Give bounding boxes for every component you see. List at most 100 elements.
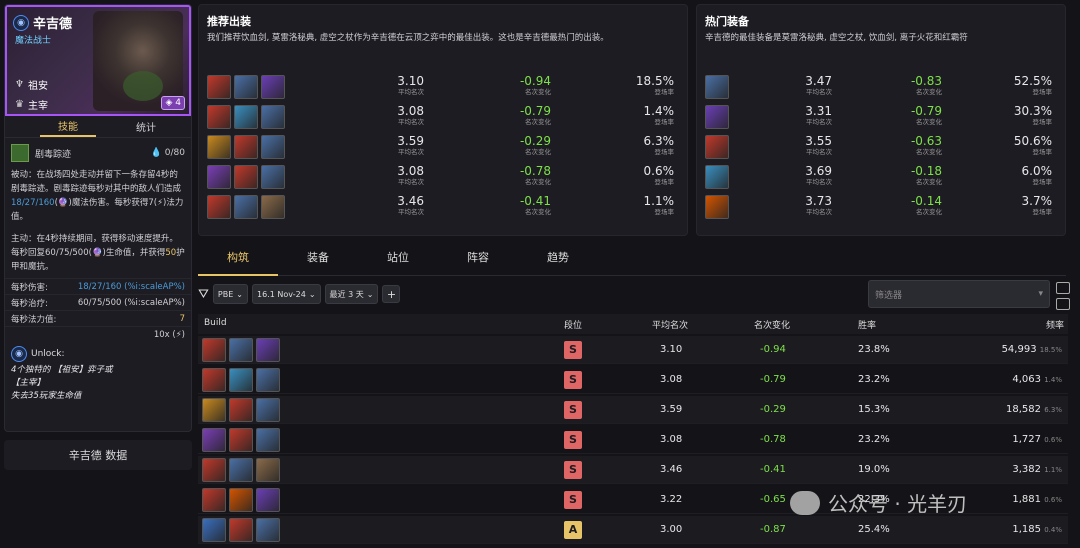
champion-data-button[interactable]: 辛吉德 数据 (4, 440, 192, 470)
trait-dominator[interactable]: ♛ 主宰 (15, 97, 48, 112)
item-icon[interactable] (229, 368, 253, 392)
item-icon[interactable] (234, 135, 258, 159)
item-icon[interactable] (229, 398, 253, 422)
tab-comps[interactable]: 阵容 (438, 240, 518, 276)
item-icon[interactable] (234, 75, 258, 99)
add-filter-button[interactable]: + (382, 285, 401, 303)
item-icon[interactable] (261, 75, 285, 99)
popular-row[interactable]: 3.55 平均名次 -0.63 名次变化 50.6% 登场率 (697, 135, 1067, 163)
item-icon[interactable] (229, 458, 253, 482)
item-icon[interactable] (202, 368, 226, 392)
stat-rate: 18.5% 登场率 (635, 74, 674, 97)
item-icon[interactable] (256, 338, 280, 362)
stat-change: -0.78 名次变化 (519, 164, 551, 187)
list-view-icon[interactable] (1056, 282, 1070, 294)
recommended-row[interactable]: 3.08 平均名次 -0.78 名次变化 0.6% 登场率 (199, 165, 689, 193)
stat-change: -0.41 名次变化 (519, 194, 551, 217)
tier-badge: S (564, 461, 582, 479)
item-icon[interactable] (705, 105, 729, 129)
filter-select[interactable]: 筛选器 ▾ (868, 280, 1050, 308)
win-rate: 19.0% (858, 464, 890, 475)
item-icon[interactable] (705, 135, 729, 159)
item-icon[interactable] (229, 518, 253, 542)
item-icon[interactable] (202, 458, 226, 482)
item-icon[interactable] (234, 195, 258, 219)
avg-placement: 3.00 (660, 524, 683, 535)
tab-trends[interactable]: 趋势 (518, 240, 598, 276)
stat-rate: 3.7% 登场率 (1021, 194, 1053, 217)
stat-avg: 3.55 平均名次 (805, 134, 832, 157)
table-row[interactable]: S 3.08 -0.79 23.2% 4,063 1.4% (198, 366, 1068, 394)
recommended-row[interactable]: 3.10 平均名次 -0.94 名次变化 18.5% 登场率 (199, 75, 689, 103)
item-icon[interactable] (229, 428, 253, 452)
placement-change: -0.79 (760, 374, 786, 385)
table-row[interactable]: A 3.00 -0.87 25.4% 1,185 0.4% (198, 516, 1068, 544)
recommended-row[interactable]: 3.46 平均名次 -0.41 名次变化 1.1% 登场率 (199, 195, 689, 223)
item-icon[interactable] (202, 488, 226, 512)
recommended-row[interactable]: 3.08 平均名次 -0.79 名次变化 1.4% 登场率 (199, 105, 689, 133)
item-icon[interactable] (256, 428, 280, 452)
item-icon[interactable] (256, 458, 280, 482)
stat-avg: 3.46 平均名次 (397, 194, 424, 217)
avg-placement: 3.08 (660, 434, 683, 445)
stat-rate: 6.3% 登场率 (643, 134, 675, 157)
item-icon[interactable] (256, 368, 280, 392)
item-icon[interactable] (261, 195, 285, 219)
item-icon[interactable] (202, 338, 226, 362)
frequency: 1,881 0.6% (1012, 494, 1062, 505)
placement-change: -0.78 (760, 434, 786, 445)
chevron-down-icon: ⌄ (236, 289, 243, 299)
ability-active: 主动：在4秒持续期间，获得移动速度提升。每秒回复60/75/500(🔮)生命值，… (11, 234, 185, 272)
tab-positioning[interactable]: 站位 (358, 240, 438, 276)
table-row[interactable]: S 3.46 -0.41 19.0% 3,382 1.1% (198, 456, 1068, 484)
item-icon[interactable] (261, 165, 285, 189)
item-icon[interactable] (256, 518, 280, 542)
table-row[interactable]: S 3.59 -0.29 15.3% 18,582 6.3% (198, 396, 1068, 424)
tab-items[interactable]: 装备 (278, 240, 358, 276)
stat-change: -0.94 名次变化 (519, 74, 551, 97)
placement-change: -0.87 (760, 524, 786, 535)
trait-zaun[interactable]: ♆ 祖安 (15, 77, 48, 92)
stat-heal: 每秒治疗: 60/75/500 (%i:scaleAP%) (5, 294, 191, 310)
recommended-row[interactable]: 3.59 平均名次 -0.29 名次变化 6.3% 登场率 (199, 135, 689, 163)
col-tier: 段位 (564, 321, 583, 331)
item-icon[interactable] (207, 105, 231, 129)
item-icon[interactable] (705, 195, 729, 219)
item-icon[interactable] (207, 165, 231, 189)
item-icon[interactable] (261, 135, 285, 159)
filter-icon[interactable]: ⛛ (198, 287, 209, 302)
item-icon[interactable] (234, 105, 258, 129)
ap-icon: 🔮 (91, 248, 103, 258)
item-icon[interactable] (234, 165, 258, 189)
item-icon[interactable] (207, 75, 231, 99)
popular-row[interactable]: 3.47 平均名次 -0.83 名次变化 52.5% 登场率 (697, 75, 1067, 103)
item-icon[interactable] (202, 518, 226, 542)
item-icon[interactable] (202, 398, 226, 422)
dominator-icon: ♛ (15, 99, 24, 110)
item-icon[interactable] (261, 105, 285, 129)
server-dropdown[interactable]: PBE ⌄ (212, 284, 248, 304)
trait-label: 祖安 (27, 81, 48, 92)
tab-builds[interactable]: 构筑 (198, 240, 278, 276)
popular-row[interactable]: 3.73 平均名次 -0.14 名次变化 3.7% 登场率 (697, 195, 1067, 223)
item-icon[interactable] (207, 135, 231, 159)
item-icon[interactable] (202, 428, 226, 452)
table-row[interactable]: S 3.10 -0.94 23.8% 54,993 18.5% (198, 336, 1068, 364)
patch-dropdown[interactable]: 16.1 Nov-24 ⌄ (252, 284, 321, 304)
grid-view-icon[interactable] (1056, 298, 1070, 310)
item-icon[interactable] (256, 398, 280, 422)
range-dropdown[interactable]: 最近 3 天 ⌄ (324, 284, 379, 304)
item-icon[interactable] (207, 195, 231, 219)
popular-row[interactable]: 3.31 平均名次 -0.79 名次变化 30.3% 登场率 (697, 105, 1067, 133)
item-icon[interactable] (256, 488, 280, 512)
item-icon[interactable] (705, 75, 729, 99)
stat-avg: 3.59 平均名次 (397, 134, 424, 157)
tab-skills[interactable]: 技能 (40, 116, 96, 137)
tab-stats[interactable]: 统计 (136, 119, 156, 134)
table-row[interactable]: S 3.08 -0.78 23.2% 1,727 0.6% (198, 426, 1068, 454)
frequency: 18,582 6.3% (1006, 404, 1062, 415)
item-icon[interactable] (705, 165, 729, 189)
item-icon[interactable] (229, 338, 253, 362)
item-icon[interactable] (229, 488, 253, 512)
popular-row[interactable]: 3.69 平均名次 -0.18 名次变化 6.0% 登场率 (697, 165, 1067, 193)
